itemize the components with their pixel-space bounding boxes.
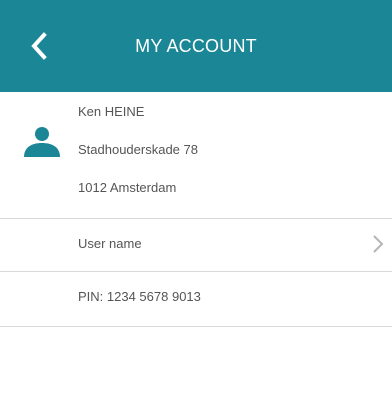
username-label: User name (78, 235, 142, 251)
divider (0, 326, 392, 327)
account-holder-name: Ken HEINE (78, 104, 145, 119)
person-icon (24, 127, 60, 157)
address-street: Stadhouderskade 78 (78, 142, 198, 157)
pin-row: PIN: 1234 5678 9013 (0, 272, 392, 320)
pin-label: PIN: 1234 5678 9013 (78, 288, 201, 304)
app-bar: MY ACCOUNT (0, 0, 392, 92)
back-button[interactable] (28, 31, 50, 61)
username-row[interactable]: User name (0, 219, 392, 267)
address-city: 1012 Amsterdam (78, 180, 177, 195)
page-title: MY ACCOUNT (135, 35, 257, 56)
chevron-left-icon (31, 32, 47, 60)
chevron-right-icon (373, 235, 384, 253)
